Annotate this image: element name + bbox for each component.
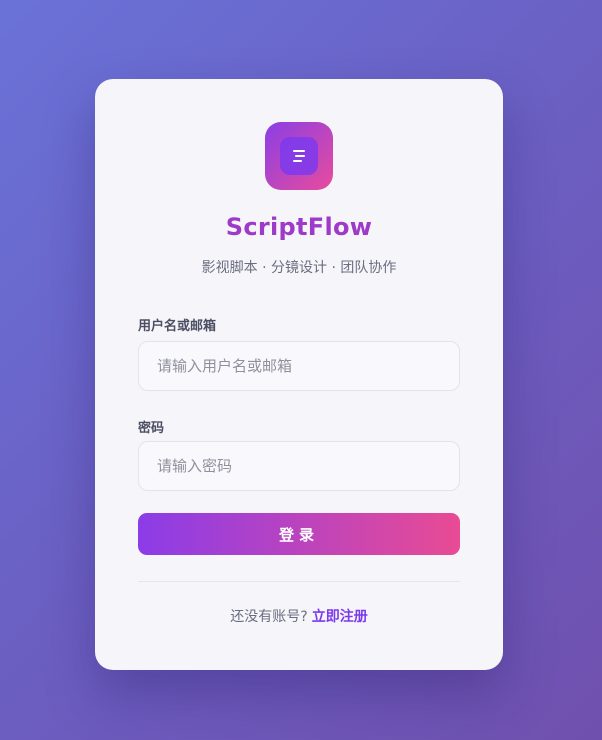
divider (138, 581, 460, 582)
username-input[interactable] (138, 341, 460, 391)
register-link[interactable]: 立即注册 (312, 609, 368, 625)
register-prompt-text: 还没有账号? (230, 609, 308, 625)
document-lines-icon (280, 137, 318, 175)
password-label: 密码 (138, 421, 165, 436)
login-button[interactable]: 登录 (138, 513, 460, 555)
tagline: 影视脚本 · 分镜设计 · 团队协作 (201, 260, 397, 276)
password-input[interactable] (138, 441, 460, 491)
register-prompt: 还没有账号? 立即注册 (95, 606, 503, 626)
username-label: 用户名或邮箱 (138, 319, 217, 334)
brand-name: ScriptFlow (225, 213, 373, 241)
login-card: ScriptFlow 影视脚本 · 分镜设计 · 团队协作 用户名或邮箱 密码 … (95, 79, 503, 670)
app-logo (265, 122, 333, 190)
